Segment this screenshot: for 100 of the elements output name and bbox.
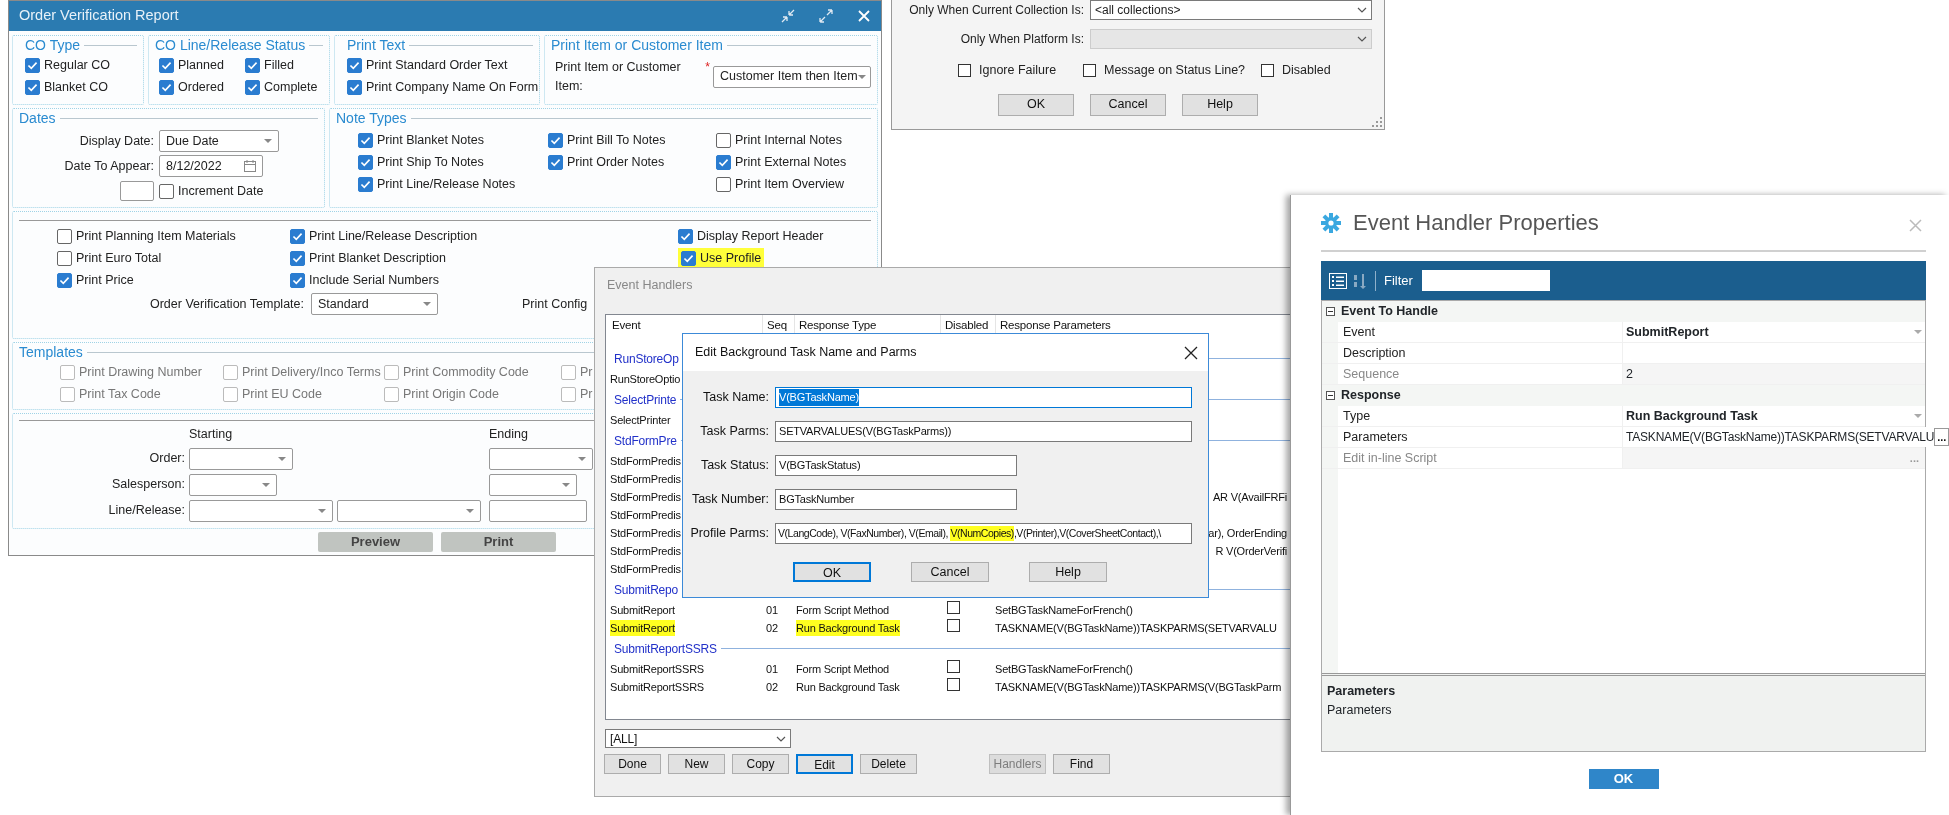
field-label: Date To Appear: [63, 157, 154, 175]
input-field[interactable]: SETVARVALUES(V(BGTaskParms)) [775, 421, 1192, 442]
close-icon[interactable] [1184, 345, 1198, 360]
dropdown-field[interactable] [489, 473, 577, 496]
checkbox[interactable] [358, 132, 373, 148]
group-title: CO Line/Release Status [155, 36, 306, 54]
resize-grip-icon[interactable] [1372, 117, 1382, 127]
toolbar-button[interactable]: Find [1053, 754, 1110, 774]
checkbox[interactable] [25, 57, 40, 73]
input-field[interactable]: V(BGTaskName) [775, 387, 1192, 408]
checkbox[interactable] [678, 228, 693, 244]
checkbox[interactable] [1083, 63, 1096, 77]
dropdown-field[interactable] [337, 499, 481, 522]
checkbox[interactable] [947, 678, 960, 692]
cancel-button[interactable]: Cancel [1090, 93, 1166, 116]
property-value[interactable]: Run Background Task [1622, 406, 1925, 426]
checkbox[interactable] [159, 79, 174, 95]
category-header[interactable]: Event To Handle [1341, 302, 1438, 321]
property-value[interactable]: SubmitReport [1622, 322, 1925, 342]
table-cell-text: TASKNAME(V(BGTaskName))TASKPARMS(SETVARVALU [994, 620, 1278, 636]
checkbox[interactable] [290, 228, 305, 244]
filter-field[interactable] [1421, 270, 1550, 291]
ellipsis-button[interactable]: ... [1934, 428, 1949, 446]
checkbox[interactable] [716, 176, 731, 192]
checkbox[interactable] [57, 250, 72, 266]
checkbox[interactable] [716, 154, 731, 170]
toolbar-button[interactable]: Delete [860, 754, 917, 774]
checkbox[interactable] [548, 132, 563, 148]
checkbox-label: Print Ship To Notes [377, 153, 484, 171]
checkbox[interactable] [358, 154, 373, 170]
checkbox[interactable] [159, 57, 174, 73]
ok-button[interactable]: OK [998, 93, 1074, 116]
print-button[interactable]: Print [441, 532, 556, 552]
cancel-button[interactable]: Cancel [911, 562, 989, 582]
toolbar-button[interactable]: Done [604, 754, 661, 774]
checkbox[interactable] [358, 176, 373, 192]
table-cell-text: SelectPrinter [610, 412, 671, 428]
toolbar-button[interactable]: New [668, 754, 725, 774]
checkbox[interactable] [958, 63, 971, 77]
checkbox[interactable] [245, 57, 260, 73]
dropdown-field[interactable] [189, 447, 293, 470]
table-cell-text: StdFormPredis [610, 561, 681, 577]
table-cell-text: StdFormPredis [610, 489, 681, 505]
checkbox[interactable] [347, 57, 362, 73]
checkbox[interactable] [57, 272, 72, 288]
caret-icon [1357, 36, 1367, 42]
checkbox[interactable] [681, 250, 696, 266]
collapse-icon[interactable] [1326, 391, 1335, 400]
dropdown-field[interactable]: Due Date [159, 130, 279, 152]
checkbox[interactable] [347, 79, 362, 95]
expand-icon[interactable] [819, 9, 833, 23]
checkbox[interactable] [548, 154, 563, 170]
toolbar-button[interactable]: Copy [732, 754, 789, 774]
table-cell-text: SubmitReportSSRS [610, 679, 704, 695]
preview-button[interactable]: Preview [318, 532, 433, 552]
category-header[interactable]: Response [1341, 386, 1401, 405]
checkbox[interactable] [159, 183, 174, 199]
dropdown-field[interactable]: <all collections> [1090, 0, 1372, 20]
group-header[interactable]: SubmitRepo [614, 580, 679, 599]
category-view-icon[interactable] [1329, 272, 1347, 289]
help-button[interactable]: Help [1029, 562, 1107, 582]
checkbox[interactable] [290, 250, 305, 266]
dropdown-field[interactable] [189, 473, 277, 496]
ok-button[interactable]: OK [1588, 769, 1659, 789]
checkbox[interactable] [716, 132, 731, 148]
checkbox[interactable] [245, 79, 260, 95]
checkbox[interactable] [290, 272, 305, 288]
checkbox[interactable] [947, 660, 960, 674]
ok-button[interactable]: OK [793, 562, 871, 582]
dropdown-field[interactable] [189, 499, 333, 522]
toolbar-button[interactable]: Edit [796, 754, 853, 774]
table-cell-text: SetBGTaskNameForFrench() [994, 602, 1134, 618]
field-label: Profile Parms: [689, 525, 769, 543]
group-header[interactable]: SelectPrinte [614, 390, 677, 409]
property-value[interactable]: TASKNAME(V(BGTaskName))TASKPARMS(SETVARVALU ... [1622, 427, 1949, 447]
date-field[interactable]: 8/12/2022 [159, 155, 263, 177]
dropdown-field[interactable]: Standard [311, 293, 438, 315]
checkbox[interactable] [1261, 63, 1274, 77]
checkbox[interactable] [57, 228, 72, 244]
group-header[interactable]: StdFormPre [614, 431, 677, 450]
input-field[interactable]: V(BGTaskStatus) [775, 455, 1017, 476]
help-button[interactable]: Help [1182, 93, 1258, 116]
sort-icon[interactable] [1353, 272, 1367, 289]
filter-dropdown[interactable]: [ALL] [605, 729, 791, 748]
checkbox[interactable] [25, 79, 40, 95]
group-header[interactable]: SubmitReportSSRS [614, 639, 717, 658]
checkbox-label: Print Item Overview [735, 175, 845, 193]
input-field[interactable] [489, 499, 587, 522]
input-field[interactable]: BGTaskNumber [775, 489, 1017, 510]
checkbox-label: Print Delivery/Inco Terms [242, 363, 381, 381]
dropdown-field[interactable] [489, 447, 593, 470]
calendar-icon[interactable] [244, 160, 256, 172]
dropdown-field[interactable]: Customer Item then Item [713, 65, 871, 88]
checkbox-label: Blanket CO [44, 78, 108, 96]
input-field[interactable] [120, 181, 154, 201]
property-value: 2 [1622, 364, 1925, 384]
checkbox[interactable] [947, 601, 960, 615]
collapse-icon[interactable] [1326, 307, 1335, 316]
group-header[interactable]: RunStoreOp [614, 349, 679, 368]
checkbox[interactable] [947, 619, 960, 633]
